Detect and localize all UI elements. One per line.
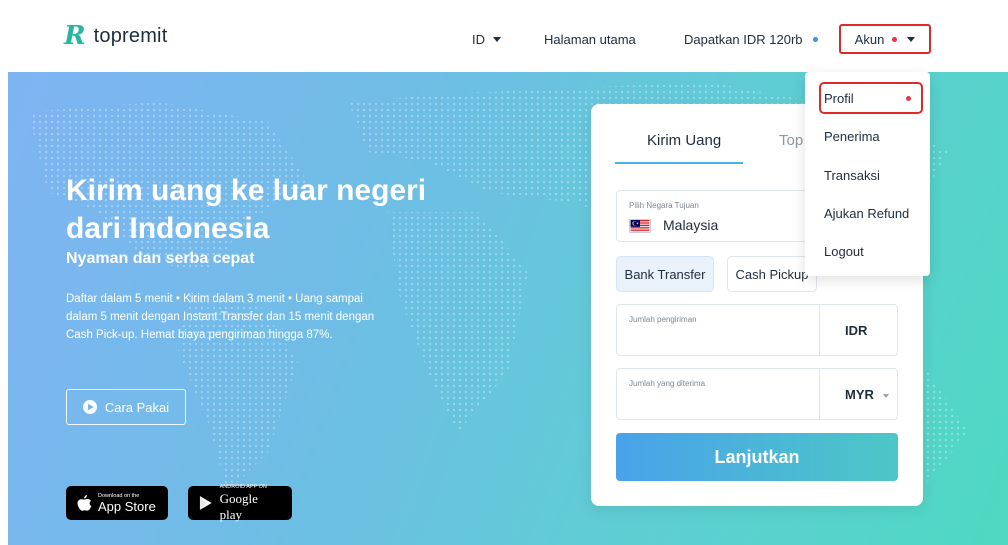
receive-amount-label: Jumlah yang diterima — [629, 379, 706, 388]
menu-item-logout[interactable]: Logout — [824, 244, 864, 259]
account-dropdown-menu: Profil Penerima Transaksi Ajukan Refund … — [805, 72, 930, 276]
account-label: Akun — [854, 31, 885, 47]
google-play-badge[interactable]: ANDROID APP ON Google play — [188, 483, 292, 522]
continue-button[interactable]: Lanjutkan — [616, 433, 898, 481]
google-play-icon — [199, 496, 212, 510]
app-store-badge[interactable]: Download on the App Store — [66, 486, 168, 520]
top-navbar: R topremit ID Halaman utama Dapatkan IDR… — [0, 0, 1008, 72]
nav-referral-label: Dapatkan IDR 120rb — [684, 32, 803, 47]
hero-title: Kirim uang ke luar negeri dari Indonesia — [66, 174, 427, 245]
notification-dot-icon — [812, 37, 818, 42]
destination-country-label: Pilih Negara Tujuan — [629, 201, 699, 210]
how-to-use-label: Cara Pakai — [104, 399, 170, 415]
chevron-down-icon — [883, 394, 889, 398]
active-tab-indicator — [615, 162, 743, 164]
account-menu-button[interactable]: Akun — [839, 24, 931, 54]
malaysia-flag-icon — [629, 219, 651, 233]
google-play-label: Google play — [219, 490, 258, 522]
apple-icon — [77, 495, 92, 511]
send-currency-label: IDR — [845, 323, 868, 338]
hero-subtitle: Nyaman dan serba cepat — [66, 250, 255, 267]
send-amount-label: Jumlah pengiriman — [629, 315, 697, 324]
tab-topup[interactable]: Top — [779, 132, 803, 149]
send-amount-field[interactable]: Jumlah pengiriman IDR — [616, 304, 898, 356]
method-bank-transfer-button[interactable]: Bank Transfer — [616, 256, 714, 292]
app-store-label: App Store — [98, 498, 156, 514]
language-label: ID — [472, 32, 485, 47]
menu-item-profile[interactable]: Profil — [824, 91, 854, 106]
notification-dot-icon — [892, 36, 898, 42]
method-cash-pickup-button[interactable]: Cash Pickup — [727, 256, 817, 292]
menu-item-transactions[interactable]: Transaksi — [824, 168, 880, 183]
play-icon — [82, 400, 97, 414]
chevron-down-icon — [907, 36, 916, 42]
google-play-small-label: ANDROID APP ON — [219, 483, 267, 490]
language-selector[interactable]: ID — [472, 32, 501, 47]
nav-link-referral[interactable]: Dapatkan IDR 120rb — [684, 32, 818, 47]
receive-amount-field[interactable]: Jumlah yang diterima MYR — [616, 368, 898, 420]
chevron-down-icon — [493, 37, 501, 42]
nav-home-label: Halaman utama — [544, 32, 636, 47]
nav-link-home[interactable]: Halaman utama — [544, 32, 636, 47]
field-divider — [819, 369, 820, 419]
menu-item-refund[interactable]: Ajukan Refund — [824, 206, 909, 221]
logo-mark-icon: R — [64, 21, 86, 51]
how-to-use-button[interactable]: Cara Pakai — [66, 389, 186, 425]
menu-item-recipients[interactable]: Penerima — [824, 129, 880, 144]
destination-country-value: Malaysia — [663, 217, 719, 233]
field-divider — [819, 305, 820, 355]
topremit-logo[interactable]: R topremit — [64, 21, 168, 51]
logo-text: topremit — [93, 24, 168, 47]
receive-currency-select[interactable]: MYR — [845, 387, 874, 402]
hero-description: Daftar dalam 5 menit • Kirim dalam 3 men… — [66, 293, 375, 341]
notification-dot-icon — [906, 96, 911, 101]
tab-send-money[interactable]: Kirim Uang — [647, 132, 721, 149]
